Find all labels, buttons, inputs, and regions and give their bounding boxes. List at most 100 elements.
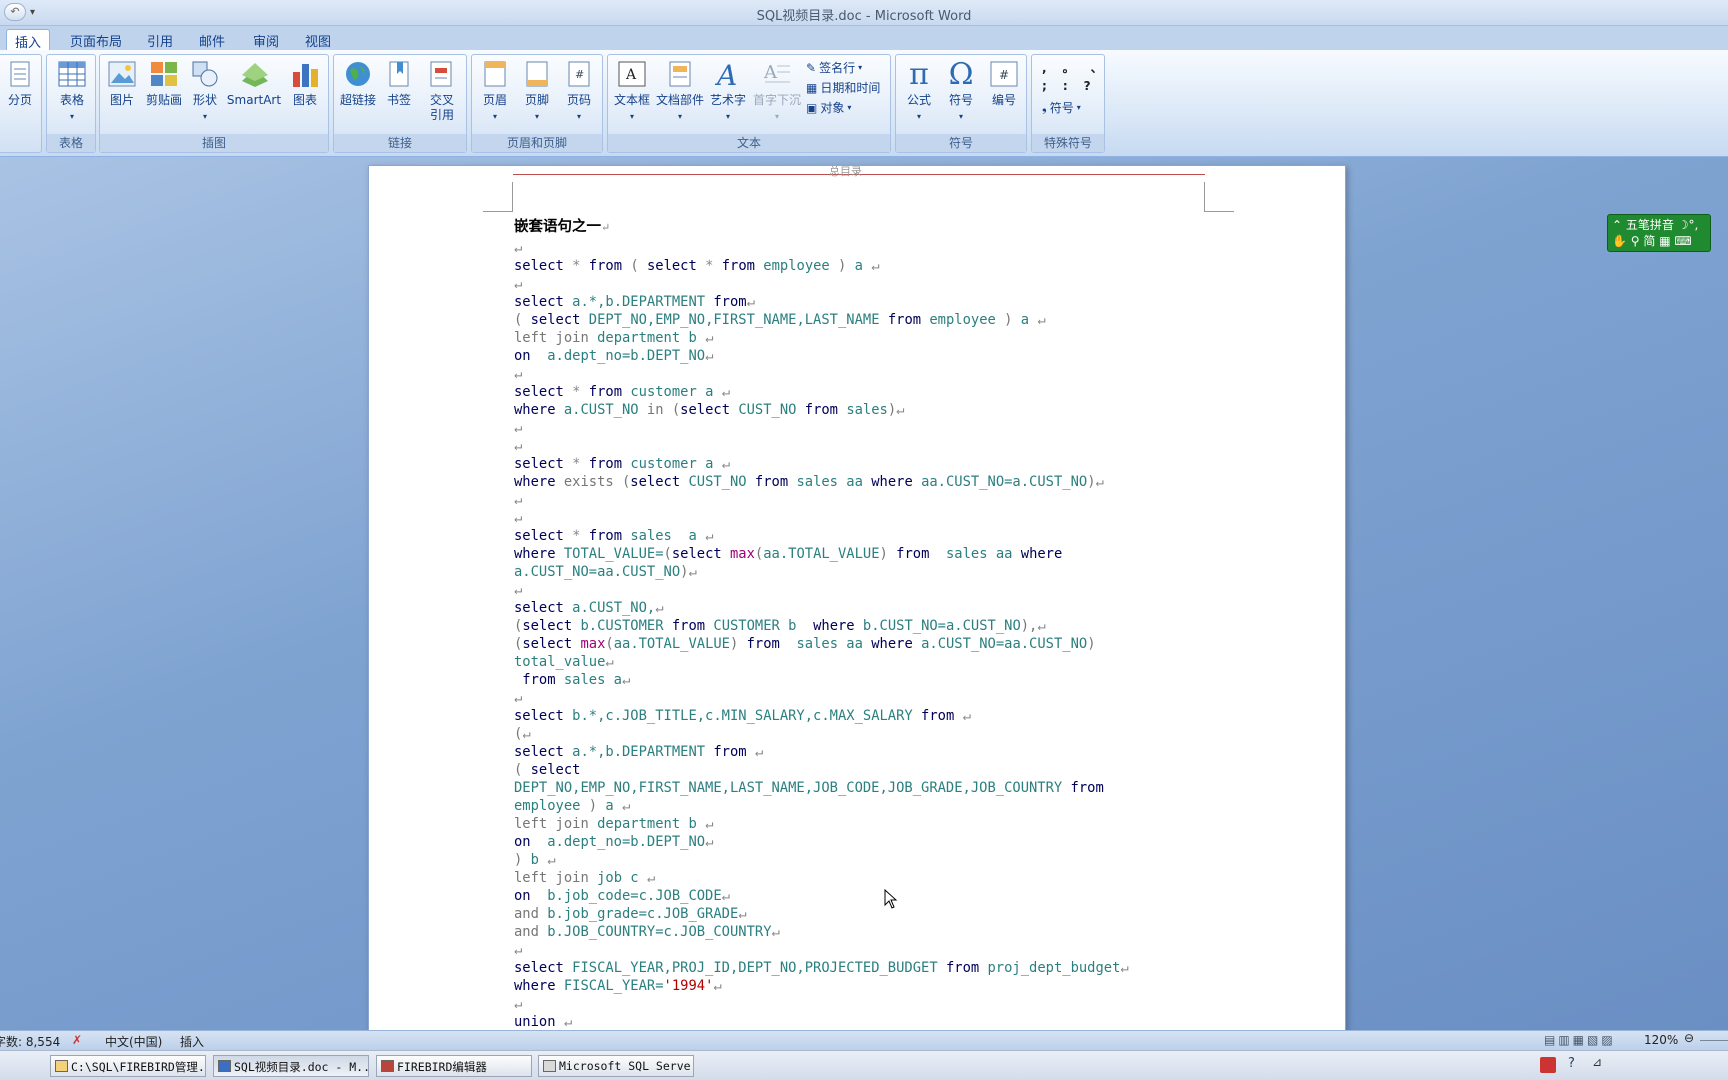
shapes-button[interactable]: 形状 ▾ [187, 59, 223, 124]
ime-search-icon[interactable]: ⚲ [1631, 234, 1640, 248]
special-char-question[interactable]: ? [1084, 79, 1091, 93]
footer-button[interactable]: 页脚 ▾ [518, 59, 556, 124]
special-char-enum-comma[interactable]: 、 [1091, 59, 1103, 76]
tray-icon[interactable]: ⊿ [1592, 1055, 1602, 1069]
code-token: and [514, 924, 548, 940]
taskbar-item-word[interactable]: SQL视频目录.doc - M... [213, 1055, 369, 1077]
tray-app-icon[interactable] [1540, 1057, 1556, 1073]
ime-expand-icon[interactable]: ⌃ [1612, 218, 1622, 232]
tab-page-layout[interactable]: 页面布局 [62, 29, 130, 50]
picture-button[interactable]: 图片 [104, 59, 140, 108]
document-page[interactable]: 总目录 嵌套语句之一↵ ↵ select * from ( select * f… [368, 165, 1346, 1030]
ime-moon-icon[interactable]: ☽ [1678, 218, 1689, 232]
taskbar-item-sqlserver[interactable]: Microsoft SQL Serve... [538, 1055, 694, 1077]
code-line: select FISCAL_YEAR,PROJ_ID,DEPT_NO,PROJE… [514, 959, 1214, 977]
paragraph-mark: ↵ [601, 221, 611, 234]
taskbar-item-explorer[interactable]: C:\SQL\FIREBIRD管理... [50, 1055, 206, 1077]
view-buttons-icon[interactable]: ▤▥▦▧▨ [1544, 1033, 1616, 1047]
ime-keyboard-icon[interactable]: ⌨ [1674, 234, 1691, 248]
object-button[interactable]: ▣ 对象 ▾ [806, 99, 851, 116]
number-button[interactable]: # 编号 [984, 59, 1024, 108]
paragraph-mark: ↵ [646, 870, 656, 886]
tab-review[interactable]: 审阅 [245, 29, 287, 50]
code-token: ) [1004, 312, 1021, 328]
smartart-button[interactable]: SmartArt [226, 59, 282, 108]
wordart-label: 艺术字 [709, 93, 746, 107]
special-symbol-button[interactable]: ❟ 符号 ▾ [1042, 99, 1081, 116]
code-line: left join department b ↵ [514, 329, 1214, 347]
group-special-symbols: , 。 、 ; : ? ❟ 符号 ▾ 特殊符号 [1031, 54, 1105, 153]
paragraph-mark: ↵ [746, 294, 755, 310]
header-button[interactable]: 页眉 ▾ [476, 59, 514, 124]
code-line: a.CUST_NO=aa.CUST_NO)↵ [514, 563, 1214, 581]
ime-hand-icon[interactable]: ✋ [1612, 234, 1627, 248]
tab-insert[interactable]: 插入 [6, 29, 51, 51]
signature-line-button[interactable]: ✎ 签名行 ▾ [806, 59, 862, 76]
special-char-period[interactable]: 。 [1063, 59, 1075, 76]
hyperlink-label: 超链接 [339, 93, 376, 107]
zoom-out-icon[interactable]: ⊖ [1684, 1031, 1694, 1045]
code-line: select b.*,c.JOB_TITLE,c.MIN_SALARY,c.MA… [514, 707, 1214, 725]
svg-text:A: A [625, 67, 637, 83]
paragraph-mark: ↵ [705, 330, 714, 346]
code-token: from [721, 258, 764, 274]
code-token: from [746, 636, 797, 652]
tab-references[interactable]: 引用 [139, 29, 181, 50]
hyperlink-button[interactable]: 超链接 [337, 59, 379, 108]
textbox-button[interactable]: A 文本框 ▾ [611, 59, 653, 124]
language-status[interactable]: 中文(中国) [105, 1033, 162, 1050]
word-count[interactable]: 字数: 8,554 [0, 1033, 60, 1050]
paragraph-mark: ↵ [896, 402, 905, 418]
tab-mailings[interactable]: 邮件 [191, 29, 233, 50]
paragraph-mark: * [572, 528, 589, 544]
code-token: union [514, 1014, 564, 1030]
ime-mode[interactable]: 简 [1643, 234, 1655, 248]
table-button[interactable]: 表格 ▾ [51, 59, 93, 124]
code-token: from [713, 294, 747, 310]
code-token: proj_dept_budget [987, 960, 1121, 976]
ime-toolbar[interactable]: ⌃ 五笔拼音 ☽°, ✋ ⚲ 简 ▦ ⌨ [1607, 214, 1711, 252]
ime-punct-icon[interactable]: °, [1689, 218, 1699, 232]
page-break-button[interactable]: 分页 [1, 59, 39, 108]
paragraph-mark: * [572, 258, 589, 274]
paragraph-mark: ↵ [688, 564, 697, 580]
clipart-button[interactable]: 剪贴画 [143, 59, 185, 108]
quick-parts-button[interactable]: 文档部件 ▾ [655, 59, 705, 124]
code-token: select [514, 708, 573, 724]
symbol-button[interactable]: Ω 符号 ▾ [941, 59, 981, 124]
code-line: where a.CUST_NO in (select CUST_NO from … [514, 401, 1214, 419]
code-token: on [514, 348, 548, 364]
page-number-button[interactable]: # 页码 ▾ [560, 59, 598, 124]
special-char-comma[interactable]: , [1042, 61, 1047, 75]
special-char-colon[interactable]: : [1063, 79, 1068, 93]
equation-button[interactable]: π 公式 ▾ [899, 59, 939, 124]
zoom-level[interactable]: 120% [1644, 1033, 1678, 1047]
special-char-semicolon[interactable]: ; [1042, 79, 1047, 93]
date-time-button[interactable]: ▦ 日期和时间 [806, 79, 880, 96]
paragraph-mark: ↵ [514, 438, 523, 454]
cross-reference-button[interactable]: 交叉 引用 [420, 59, 464, 123]
code-token: select [514, 960, 573, 976]
dropcap-button[interactable]: A 首字下沉 ▾ [751, 59, 803, 124]
insert-mode-status[interactable]: 插入 [180, 1033, 204, 1050]
wordart-button[interactable]: A 艺术字 ▾ [707, 59, 749, 124]
status-bar: 字数: 8,554 ✗ 中文(中国) 插入 ▤▥▦▧▨ 120% ⊖ [0, 1030, 1728, 1050]
help-icon[interactable]: ? [1568, 1056, 1575, 1071]
code-token: ( [514, 312, 531, 328]
code-token: ) [887, 402, 897, 418]
taskbar-item-firebird[interactable]: FIREBIRD编辑器 [376, 1055, 532, 1077]
group-tables: 表格 ▾ 表格 [46, 54, 96, 153]
tab-view[interactable]: 视图 [297, 29, 339, 50]
zoom-slider[interactable] [1700, 1040, 1728, 1041]
code-line: left join department b ↵ [514, 815, 1214, 833]
ime-name[interactable]: 五笔拼音 [1626, 218, 1674, 232]
paragraph-mark: ↵ [514, 690, 523, 706]
bookmark-button[interactable]: 书签 [381, 59, 417, 108]
paragraph-mark: * [572, 384, 589, 400]
chart-button[interactable]: 图表 [285, 59, 325, 108]
document-body[interactable]: 嵌套语句之一↵ ↵ select * from ( select * from … [514, 218, 1214, 1030]
ime-grid-icon[interactable]: ▦ [1659, 234, 1670, 248]
code-token: a.CUST_NO, [572, 600, 656, 616]
shapes-label: 形状 [192, 93, 217, 107]
proofing-icon[interactable]: ✗ [72, 1033, 82, 1047]
